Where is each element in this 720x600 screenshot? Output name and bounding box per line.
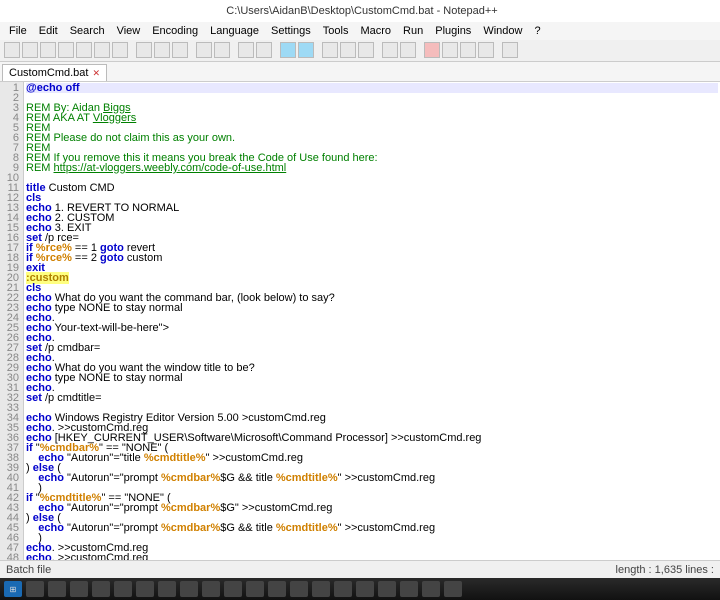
- np-icon[interactable]: [180, 581, 198, 597]
- zoom-out-button[interactable]: [298, 42, 314, 58]
- code-line[interactable]: [26, 173, 718, 183]
- zoom-in-button[interactable]: [280, 42, 296, 58]
- code-line[interactable]: if %rce% == 2 goto custom: [26, 253, 718, 263]
- taskbar: ⊞: [0, 578, 720, 600]
- status-lang: Batch file: [6, 564, 51, 576]
- code-area[interactable]: @echo offREM By: Aidan BiggsREM AKA AT V…: [24, 82, 720, 577]
- task-icon[interactable]: [400, 581, 418, 597]
- paste-button[interactable]: [172, 42, 188, 58]
- code-line[interactable]: echo.: [26, 383, 718, 393]
- code-line[interactable]: :custom: [26, 273, 718, 283]
- menu-plugins[interactable]: Plugins: [430, 24, 476, 38]
- file-tab[interactable]: CustomCmd.bat ✕: [2, 64, 107, 81]
- calc-icon[interactable]: [158, 581, 176, 597]
- stop-button[interactable]: [460, 42, 476, 58]
- tabbar: CustomCmd.bat ✕: [0, 62, 720, 82]
- task-icon[interactable]: [422, 581, 440, 597]
- closeall-button[interactable]: [94, 42, 110, 58]
- save-button[interactable]: [40, 42, 56, 58]
- indent-button[interactable]: [358, 42, 374, 58]
- st-icon[interactable]: [202, 581, 220, 597]
- code-line[interactable]: echo "Autorun"="title %cmdtitle%" >>cust…: [26, 453, 718, 463]
- code-line[interactable]: echo "Autorun"="prompt %cmdbar%$G && tit…: [26, 523, 718, 533]
- ol-icon[interactable]: [268, 581, 286, 597]
- toolbar: [0, 40, 720, 62]
- code-line[interactable]: title Custom CMD: [26, 183, 718, 193]
- task-icon[interactable]: [356, 581, 374, 597]
- line-gutter: 1234567891011121314151617181920212223242…: [0, 82, 24, 577]
- menubar: FileEditSearchViewEncodingLanguageSettin…: [0, 22, 720, 40]
- chrome-icon[interactable]: [92, 581, 110, 597]
- play-button[interactable]: [442, 42, 458, 58]
- code-line[interactable]: echo type NONE to stay normal: [26, 303, 718, 313]
- menu-search[interactable]: Search: [65, 24, 110, 38]
- start-icon[interactable]: ⊞: [4, 581, 22, 597]
- cut-button[interactable]: [136, 42, 152, 58]
- unfold-button[interactable]: [400, 42, 416, 58]
- code-line[interactable]: echo "Autorun"="prompt %cmdbar%$G && tit…: [26, 473, 718, 483]
- redo-button[interactable]: [214, 42, 230, 58]
- open-button[interactable]: [22, 42, 38, 58]
- code-line[interactable]: REM https://at-vloggers.weebly.com/code-…: [26, 163, 718, 173]
- store-icon[interactable]: [114, 581, 132, 597]
- on-icon[interactable]: [246, 581, 264, 597]
- task-icon[interactable]: [444, 581, 462, 597]
- search-icon[interactable]: [26, 581, 44, 597]
- window-title: C:\Users\AidanB\Desktop\CustomCmd.bat - …: [4, 5, 720, 17]
- replace-button[interactable]: [256, 42, 272, 58]
- code-line[interactable]: REM AKA AT Vloggers: [26, 113, 718, 123]
- mail-icon[interactable]: [136, 581, 154, 597]
- fold-button[interactable]: [382, 42, 398, 58]
- menu-file[interactable]: File: [4, 24, 32, 38]
- code-line[interactable]: set /p cmdtitle=: [26, 393, 718, 403]
- playm-button[interactable]: [478, 42, 494, 58]
- new-button[interactable]: [4, 42, 20, 58]
- menu-language[interactable]: Language: [205, 24, 264, 38]
- rec-button[interactable]: [424, 42, 440, 58]
- code-line[interactable]: echo.: [26, 333, 718, 343]
- explorer-icon[interactable]: [48, 581, 66, 597]
- close-button[interactable]: [76, 42, 92, 58]
- pr-icon[interactable]: [312, 581, 330, 597]
- code-line[interactable]: echo "Autorun"="prompt %cmdbar%$G" >>cus…: [26, 503, 718, 513]
- show-all-button[interactable]: [340, 42, 356, 58]
- code-line[interactable]: echo 1. REVERT TO NORMAL: [26, 203, 718, 213]
- code-line[interactable]: echo type NONE to stay normal: [26, 373, 718, 383]
- menu-encoding[interactable]: Encoding: [147, 24, 203, 38]
- xl-icon[interactable]: [224, 581, 242, 597]
- wrap-button[interactable]: [322, 42, 338, 58]
- menu-?[interactable]: ?: [529, 24, 545, 38]
- find-button[interactable]: [238, 42, 254, 58]
- code-line[interactable]: echo 2. CUSTOM: [26, 213, 718, 223]
- menu-settings[interactable]: Settings: [266, 24, 316, 38]
- wd-icon[interactable]: [290, 581, 308, 597]
- undo-button[interactable]: [196, 42, 212, 58]
- code-line[interactable]: echo 3. EXIT: [26, 223, 718, 233]
- code-line[interactable]: @echo off: [26, 83, 718, 93]
- code-line[interactable]: set /p cmdbar=: [26, 343, 718, 353]
- menu-macro[interactable]: Macro: [355, 24, 396, 38]
- print-button[interactable]: [112, 42, 128, 58]
- menu-run[interactable]: Run: [398, 24, 428, 38]
- menu-tools[interactable]: Tools: [318, 24, 354, 38]
- edge-icon[interactable]: [70, 581, 88, 597]
- titlebar: C:\Users\AidanB\Desktop\CustomCmd.bat - …: [0, 0, 720, 22]
- run-button[interactable]: [502, 42, 518, 58]
- code-line[interactable]: echo Your-text-will-be-here">: [26, 323, 718, 333]
- statusbar: Batch file length : 1,635 lines :: [0, 560, 720, 578]
- menu-edit[interactable]: Edit: [34, 24, 63, 38]
- code-line[interactable]: REM Please do not claim this as your own…: [26, 133, 718, 143]
- close-icon[interactable]: ✕: [92, 68, 100, 79]
- editor[interactable]: 1234567891011121314151617181920212223242…: [0, 82, 720, 577]
- copy-button[interactable]: [154, 42, 170, 58]
- menu-window[interactable]: Window: [478, 24, 527, 38]
- task-icon[interactable]: [334, 581, 352, 597]
- menu-view[interactable]: View: [112, 24, 146, 38]
- code-line[interactable]: exit: [26, 263, 718, 273]
- saveall-button[interactable]: [58, 42, 74, 58]
- status-length: length : 1,635 lines :: [616, 564, 714, 576]
- task-icon[interactable]: [378, 581, 396, 597]
- tab-label: CustomCmd.bat: [9, 67, 88, 79]
